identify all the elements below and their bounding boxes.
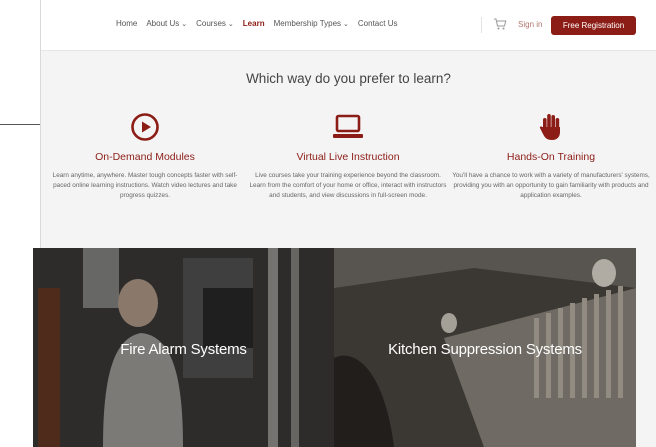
option-description: Learn anytime, anywhere. Master tough co…	[52, 172, 238, 199]
option-on-demand: On-Demand Modules Learn anytime, anywher…	[46, 111, 244, 201]
free-registration-button[interactable]: Free Registration	[551, 16, 636, 35]
nav-menu: Home About Us ⌄ Courses ⌄ Learn Membership…	[116, 19, 406, 28]
nav-separator	[481, 17, 482, 33]
category-card-fire-alarm[interactable]: Fire Alarm Systems	[33, 248, 334, 447]
cart-icon[interactable]	[493, 17, 507, 31]
divider-line	[0, 124, 40, 125]
chevron-down-icon: ⌄	[227, 21, 234, 28]
nav-home[interactable]: Home	[116, 19, 137, 28]
chevron-down-icon: ⌄	[343, 21, 349, 28]
option-description: You'll have a chance to work with a vari…	[452, 172, 650, 199]
option-title: On-Demand Modules	[95, 151, 195, 163]
chevron-down-icon: ⌄	[181, 21, 188, 28]
category-label: Fire Alarm Systems	[120, 341, 247, 358]
category-card-kitchen-suppression[interactable]: Kitchen Suppression Systems	[334, 248, 636, 447]
nav-learn[interactable]: Learn	[243, 19, 265, 28]
top-navigation: Home About Us ⌄ Courses ⌄ Learn Membership…	[41, 0, 656, 51]
nav-membership-types[interactable]: Membership Types ⌄	[274, 19, 349, 28]
laptop-icon	[333, 114, 363, 138]
learn-section: Which way do you prefer to learn? On-Dem…	[33, 51, 656, 447]
section-heading: Which way do you prefer to learn?	[246, 71, 451, 86]
nav-about-us[interactable]: About Us ⌄	[146, 19, 187, 28]
nav-courses[interactable]: Courses ⌄	[196, 19, 234, 28]
option-title: Virtual Live Instruction	[296, 151, 400, 163]
option-hands-on: Hands-On Training You'll have a chance t…	[452, 111, 650, 201]
hand-icon	[539, 114, 560, 140]
nav-contact-us[interactable]: Contact Us	[358, 19, 398, 28]
option-description: Live courses take your training experien…	[249, 172, 447, 199]
sign-in-link[interactable]: Sign in	[518, 20, 542, 29]
play-circle-icon	[131, 113, 159, 141]
option-title: Hands-On Training	[506, 151, 596, 163]
option-virtual-live: Virtual Live Instruction Live courses ta…	[249, 111, 447, 201]
category-label: Kitchen Suppression Systems	[388, 341, 582, 358]
